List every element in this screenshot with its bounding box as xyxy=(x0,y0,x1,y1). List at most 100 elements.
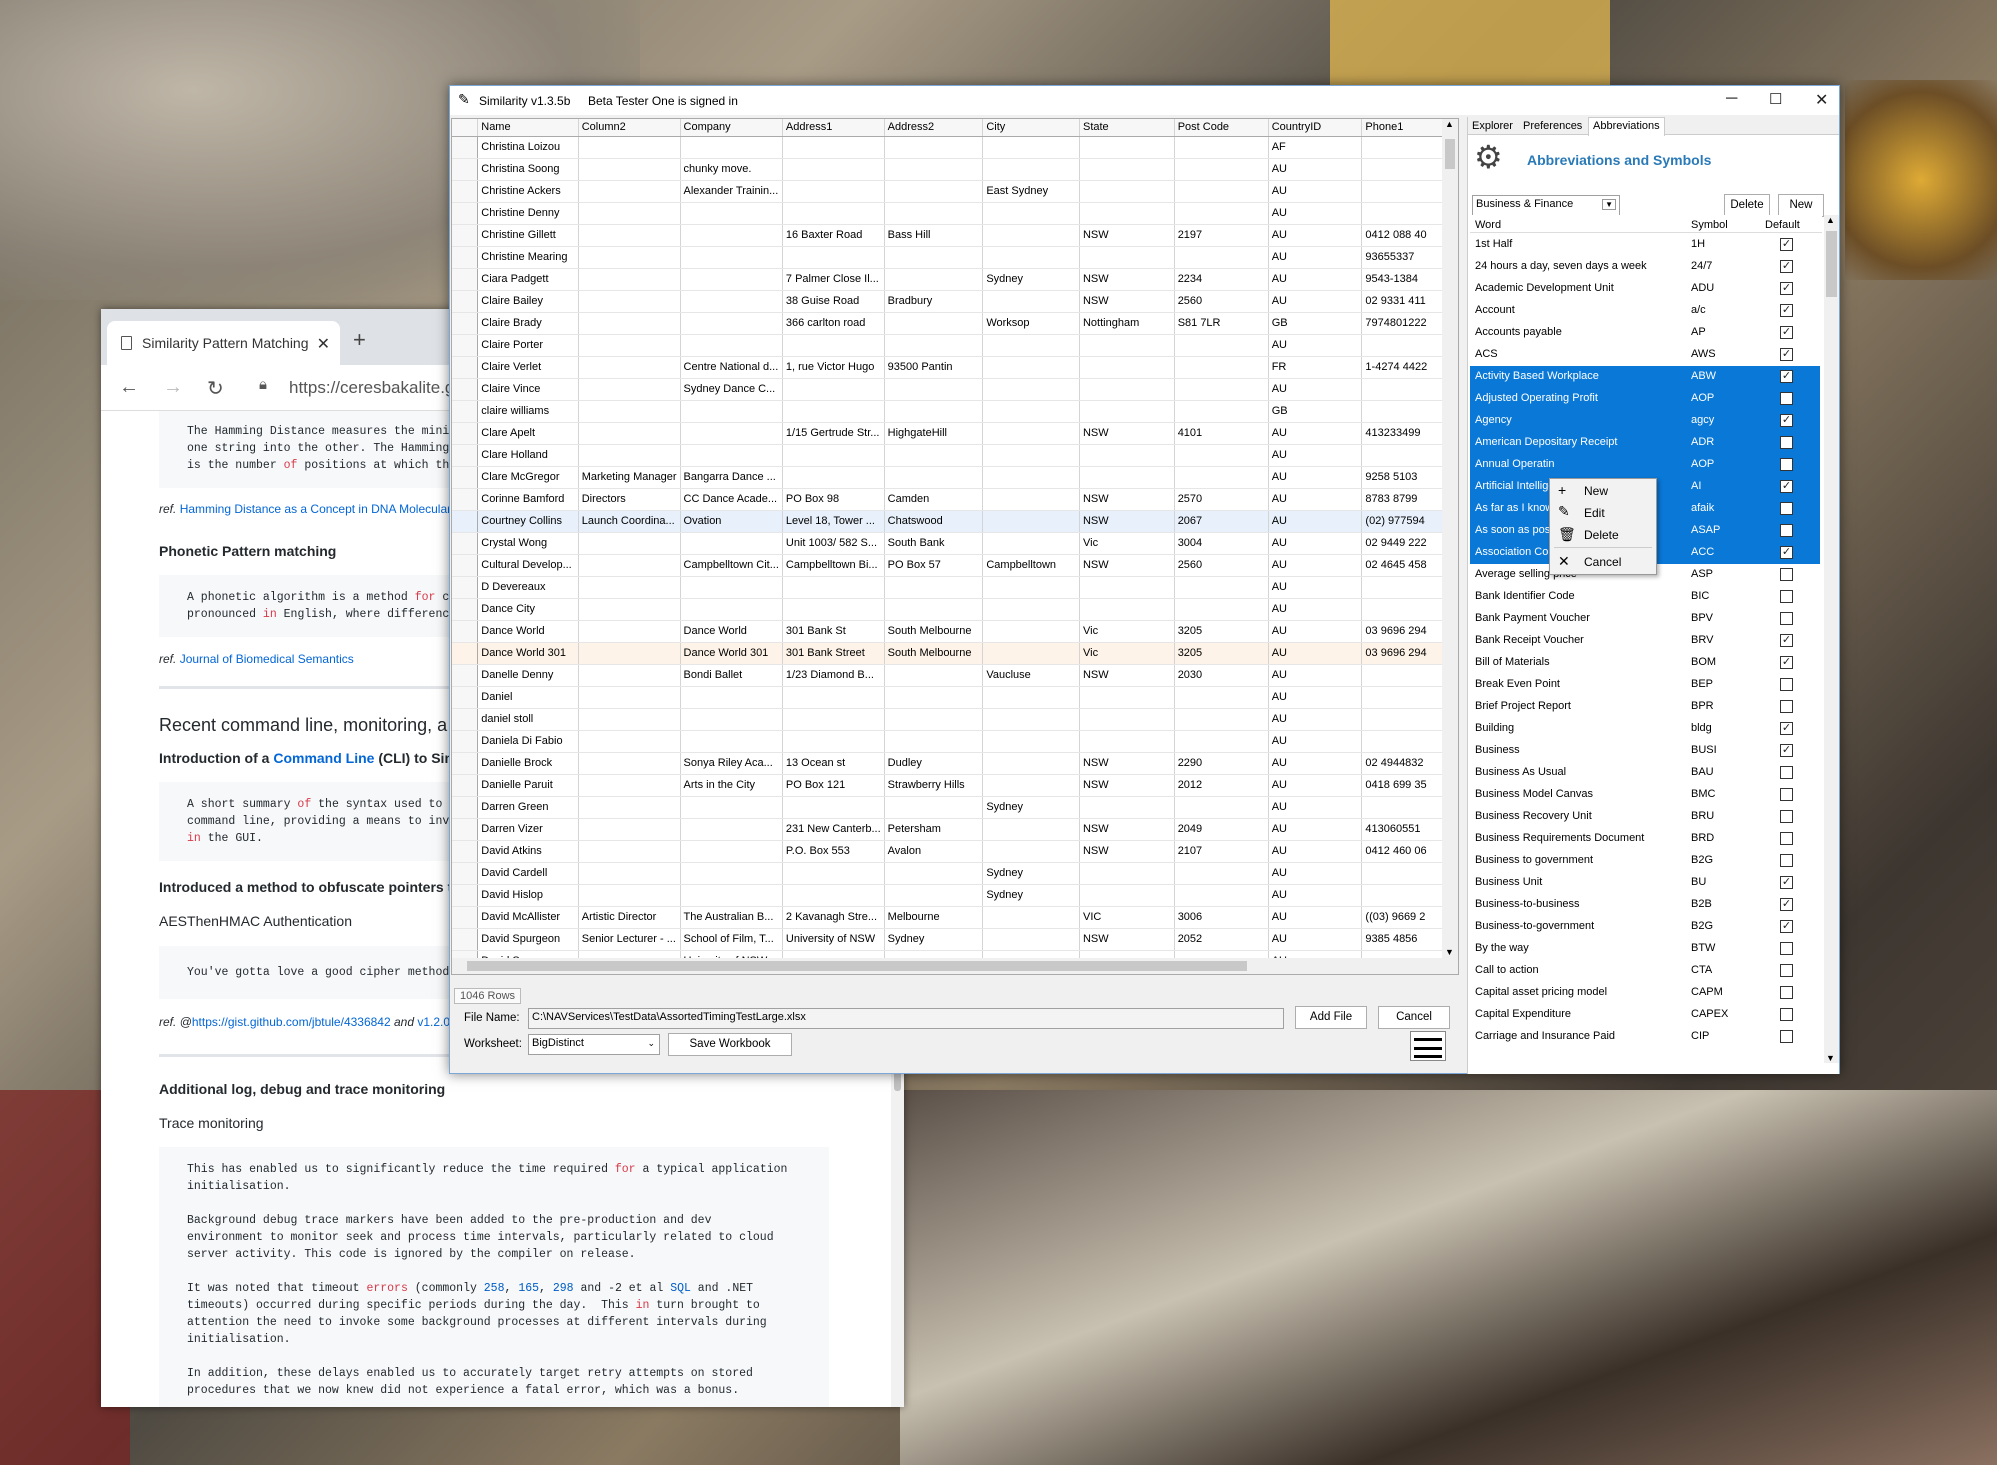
table-row[interactable]: Clare McGregor Marketing Manager Bangarra … xyxy=(452,466,1458,489)
table-cell[interactable]: 3004 xyxy=(1174,532,1269,555)
table-cell[interactable] xyxy=(982,334,1080,357)
table-cell[interactable]: Christine Ackers xyxy=(477,180,579,203)
grid-hscroll-thumb[interactable] xyxy=(467,961,1247,971)
table-cell[interactable] xyxy=(1174,708,1269,731)
table-cell[interactable] xyxy=(578,686,681,709)
table-cell[interactable]: PO Box 98 xyxy=(782,488,885,511)
abbrev-row[interactable]: Accounts payable AP ✓ xyxy=(1470,322,1820,344)
table-row[interactable]: Christine Mearing AU 93655337 xyxy=(452,246,1458,269)
table-cell[interactable] xyxy=(982,510,1080,533)
column-header-3[interactable]: Address1 xyxy=(782,119,885,137)
table-cell[interactable] xyxy=(982,290,1080,313)
abbrev-row[interactable]: Bank Identifier Code BIC xyxy=(1470,586,1820,608)
table-cell[interactable] xyxy=(1079,444,1175,467)
default-checkbox[interactable] xyxy=(1780,810,1793,823)
table-cell[interactable] xyxy=(578,290,681,313)
table-cell[interactable] xyxy=(1174,334,1269,357)
table-cell[interactable] xyxy=(982,466,1080,489)
table-cell[interactable] xyxy=(982,356,1080,379)
abbrev-row[interactable]: Account a/c ✓ xyxy=(1470,300,1820,322)
table-cell[interactable] xyxy=(884,686,984,709)
row-header[interactable] xyxy=(452,576,479,599)
menu-new[interactable]: New xyxy=(1584,484,1608,498)
table-cell[interactable]: NSW xyxy=(1079,840,1175,863)
abbrev-row[interactable]: ACS AWS ✓ xyxy=(1470,344,1820,366)
default-checkbox[interactable] xyxy=(1780,788,1793,801)
table-cell[interactable] xyxy=(1174,576,1269,599)
table-cell[interactable] xyxy=(1174,158,1269,181)
table-cell[interactable]: Sydney xyxy=(982,796,1080,819)
table-cell[interactable] xyxy=(578,422,681,445)
table-row[interactable]: Claire Porter AU xyxy=(452,334,1458,357)
table-cell[interactable] xyxy=(1174,400,1269,423)
tab-explorer[interactable]: Explorer xyxy=(1472,120,1513,132)
table-cell[interactable] xyxy=(982,752,1080,775)
table-cell[interactable]: South Melbourne xyxy=(884,642,984,665)
default-checkbox[interactable]: ✓ xyxy=(1780,722,1793,735)
table-cell[interactable] xyxy=(982,708,1080,731)
menu-edit[interactable]: Edit xyxy=(1584,506,1605,520)
table-cell[interactable]: Daniel xyxy=(477,686,579,709)
table-cell[interactable]: Camden xyxy=(884,488,984,511)
table-cell[interactable]: Christine Gillett xyxy=(477,224,579,247)
row-header[interactable] xyxy=(452,136,479,159)
column-header-5[interactable]: City xyxy=(982,119,1080,137)
table-cell[interactable]: Bradbury xyxy=(884,290,984,313)
default-checkbox[interactable] xyxy=(1780,854,1793,867)
table-cell[interactable]: Clare Holland xyxy=(477,444,579,467)
table-cell[interactable]: AU xyxy=(1268,708,1363,731)
table-cell[interactable] xyxy=(1079,334,1175,357)
row-header[interactable] xyxy=(452,642,479,665)
table-cell[interactable]: Launch Coordina... xyxy=(578,510,681,533)
table-cell[interactable]: AU xyxy=(1268,378,1363,401)
minimize-icon[interactable]: ─ xyxy=(1726,90,1737,108)
table-cell[interactable]: 2012 xyxy=(1174,774,1269,797)
table-row[interactable]: Danielle Paruit Arts in the City PO Box 12… xyxy=(452,774,1458,797)
abbrev-row[interactable]: Bank Receipt Voucher BRV ✓ xyxy=(1470,630,1820,652)
table-cell[interactable] xyxy=(782,598,885,621)
table-cell[interactable]: NSW xyxy=(1079,774,1175,797)
default-checkbox[interactable] xyxy=(1780,612,1793,625)
table-cell[interactable]: 2107 xyxy=(1174,840,1269,863)
row-header[interactable] xyxy=(452,532,479,555)
grid-horizontal-scrollbar[interactable] xyxy=(452,958,1458,974)
table-row[interactable]: Claire Verlet Centre National d... 1, rue … xyxy=(452,356,1458,379)
table-cell[interactable] xyxy=(578,378,681,401)
table-cell[interactable]: NSW xyxy=(1079,664,1175,687)
table-cell[interactable]: Sydney xyxy=(982,268,1080,291)
table-cell[interactable]: chunky move. xyxy=(680,158,783,181)
table-cell[interactable] xyxy=(982,378,1080,401)
table-cell[interactable] xyxy=(1079,708,1175,731)
table-cell[interactable]: Sydney Dance C... xyxy=(680,378,783,401)
table-row[interactable]: Corinne Bamford Directors CC Dance Acade..… xyxy=(452,488,1458,511)
table-cell[interactable]: S81 7LR xyxy=(1174,312,1269,335)
table-cell[interactable]: South Melbourne xyxy=(884,620,984,643)
table-cell[interactable]: AU xyxy=(1268,840,1363,863)
table-cell[interactable]: 4101 xyxy=(1174,422,1269,445)
table-cell[interactable] xyxy=(884,202,984,225)
table-cell[interactable] xyxy=(1174,246,1269,269)
table-cell[interactable]: School of Film, T... xyxy=(680,928,783,951)
row-header[interactable] xyxy=(452,444,479,467)
table-cell[interactable] xyxy=(578,598,681,621)
table-cell[interactable] xyxy=(578,620,681,643)
table-cell[interactable] xyxy=(578,840,681,863)
table-cell[interactable] xyxy=(578,136,681,159)
command-line-link[interactable]: Command Line xyxy=(273,750,374,766)
table-cell[interactable] xyxy=(578,180,681,203)
table-cell[interactable] xyxy=(680,862,783,885)
table-cell[interactable] xyxy=(782,400,885,423)
table-cell[interactable] xyxy=(578,708,681,731)
table-cell[interactable]: Darren Vizer xyxy=(477,818,579,841)
table-cell[interactable] xyxy=(680,840,783,863)
row-header[interactable] xyxy=(452,818,479,841)
table-cell[interactable] xyxy=(982,730,1080,753)
col-default[interactable]: Default xyxy=(1765,219,1800,231)
scroll-up-icon[interactable]: ▲ xyxy=(1826,215,1835,225)
abbrev-row[interactable]: Business Model Canvas BMC xyxy=(1470,784,1820,806)
menu-cancel[interactable]: Cancel xyxy=(1584,555,1621,569)
table-cell[interactable] xyxy=(884,466,984,489)
table-cell[interactable]: AU xyxy=(1268,928,1363,951)
table-cell[interactable] xyxy=(782,862,885,885)
table-cell[interactable] xyxy=(680,796,783,819)
